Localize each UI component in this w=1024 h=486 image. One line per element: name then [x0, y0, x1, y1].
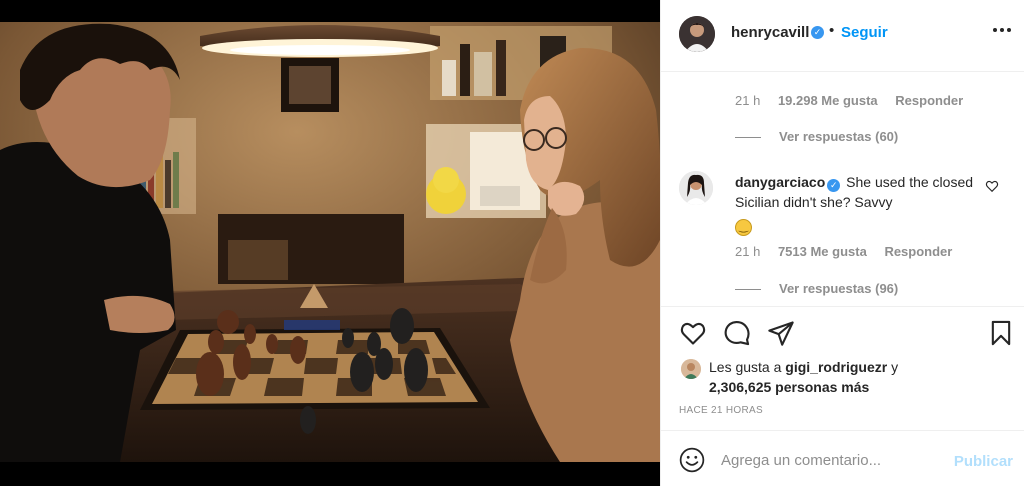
- save-bookmark-icon[interactable]: [987, 319, 1015, 347]
- liked-by-prefix: Les gusta a: [709, 359, 782, 375]
- comment-bubble-icon[interactable]: [723, 319, 751, 347]
- view-replies-button[interactable]: Ver respuestas (60): [735, 129, 898, 144]
- commenter-username[interactable]: danygarciaco: [735, 174, 825, 190]
- liked-by-avatar[interactable]: [681, 359, 701, 379]
- publish-button[interactable]: Publicar: [954, 453, 1013, 470]
- post-side-panel: henrycavill ✓ • Seguir 21 h 19.298 Me gu…: [660, 0, 1024, 486]
- follow-button[interactable]: Seguir: [841, 24, 888, 41]
- header-username[interactable]: henrycavill: [731, 24, 809, 41]
- commenter-avatar[interactable]: [679, 171, 713, 205]
- view-replies-label: Ver respuestas (60): [779, 129, 899, 144]
- add-comment-bar: Publicar: [661, 430, 1024, 486]
- verified-badge-icon: ✓: [827, 179, 841, 192]
- like-comment-heart-icon[interactable]: [985, 179, 999, 193]
- comment-time: 21 h: [735, 93, 761, 108]
- separator-dot: •: [829, 22, 835, 39]
- liked-by-others-link[interactable]: 2,306,625 personas más: [709, 379, 869, 395]
- comment-body: danygarciaco ✓ She used the closed Sicili…: [735, 172, 975, 236]
- comment-time: 21 h: [735, 244, 761, 259]
- post-timestamp[interactable]: HACE 21 HORAS: [679, 405, 763, 416]
- reply-button[interactable]: Responder: [895, 93, 963, 108]
- view-replies-button[interactable]: Ver respuestas (96): [735, 281, 898, 296]
- more-options-icon[interactable]: [993, 28, 1011, 34]
- smiling-face-emoji-icon: ‿: [735, 219, 752, 236]
- chess-scene-image: [0, 0, 660, 486]
- verified-badge-icon: ✓: [811, 26, 824, 39]
- comment-likes-link[interactable]: 7513 Me gusta: [778, 244, 867, 259]
- post-header: henrycavill ✓ • Seguir: [661, 0, 1024, 72]
- comment-likes-link[interactable]: 19.298 Me gusta: [778, 93, 878, 108]
- main-comment-meta: 21 h 7513 Me gusta Responder: [735, 244, 966, 259]
- comment-input[interactable]: [721, 445, 941, 475]
- previous-comment-meta: 21 h 19.298 Me gusta Responder: [735, 93, 977, 108]
- profile-avatar[interactable]: [679, 16, 715, 52]
- share-paper-plane-icon[interactable]: [767, 319, 795, 347]
- post-photo[interactable]: [0, 0, 660, 486]
- replies-divider-line: [735, 289, 761, 291]
- reply-button[interactable]: Responder: [884, 244, 952, 259]
- liked-by-user-link[interactable]: gigi_rodriguezr: [785, 359, 887, 375]
- emoji-smiley-icon[interactable]: [679, 447, 705, 473]
- like-heart-icon[interactable]: [679, 319, 707, 347]
- replies-divider-line: [735, 137, 761, 139]
- view-replies-label: Ver respuestas (96): [779, 281, 899, 296]
- post-actions: Les gusta a gigi_rodriguezr y 2,306,625 …: [661, 306, 1024, 428]
- liked-by-conjunction: y: [891, 359, 899, 375]
- comments-list[interactable]: 21 h 19.298 Me gusta Responder Ver respu…: [661, 73, 1024, 306]
- liked-by-text: Les gusta a gigi_rodriguezr y 2,306,625 …: [709, 357, 898, 397]
